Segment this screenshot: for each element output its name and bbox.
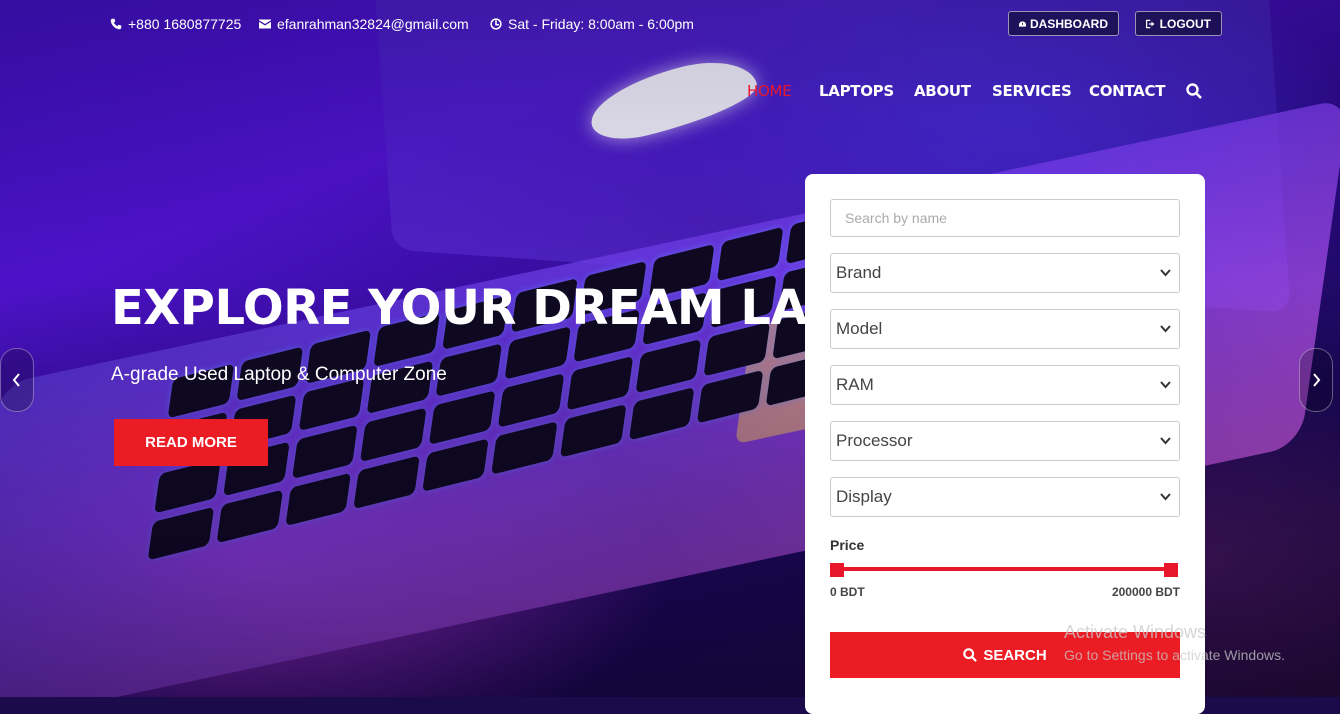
- model-select-value: Model: [836, 319, 883, 338]
- phone-number: +880 1680877725: [128, 16, 242, 32]
- watermark-subtitle: Go to Settings to activate Windows.: [1064, 647, 1285, 663]
- chevron-down-icon: [1160, 493, 1171, 501]
- dashboard-button[interactable]: DASHBOARD: [1008, 11, 1119, 36]
- search-button-label: SEARCH: [983, 646, 1047, 664]
- read-more-button[interactable]: READ MORE: [114, 419, 268, 466]
- price-min-handle[interactable]: [830, 563, 844, 577]
- carousel-next-button[interactable]: [1299, 348, 1333, 412]
- phone-icon: [110, 18, 122, 30]
- sign-out-icon: [1146, 19, 1155, 28]
- brand-select[interactable]: Brand: [830, 253, 1180, 293]
- price-max-handle[interactable]: [1164, 563, 1178, 577]
- watermark-title: Activate Windows: [1064, 622, 1207, 642]
- dashboard-icon: [1019, 20, 1026, 27]
- price-range-track[interactable]: [835, 567, 1173, 571]
- nav-item-about[interactable]: ABOUT: [914, 82, 971, 100]
- ram-select-value: RAM: [836, 375, 874, 394]
- nav-item-home[interactable]: HOME: [747, 82, 792, 100]
- nav-item-laptops[interactable]: LAPTOPS: [819, 82, 894, 100]
- price-label: Price: [830, 537, 865, 553]
- price-min-value: 0 BDT: [830, 585, 865, 599]
- dashboard-label: DASHBOARD: [1030, 16, 1108, 31]
- search-icon: [963, 648, 978, 662]
- nav-item-contact[interactable]: CONTACT: [1089, 82, 1165, 100]
- processor-select-value: Processor: [836, 431, 913, 450]
- model-select[interactable]: Model: [830, 309, 1180, 349]
- chevron-down-icon: [1160, 381, 1171, 389]
- search-name-input[interactable]: [830, 199, 1180, 237]
- top-bar: +880 1680877725 efanrahman32824@gmail.co…: [0, 0, 1340, 48]
- envelope-icon: [259, 19, 271, 29]
- carousel-prev-button[interactable]: [0, 348, 34, 412]
- chevron-left-icon: [12, 373, 20, 387]
- chevron-down-icon: [1160, 325, 1171, 333]
- nav-item-services[interactable]: SERVICES: [992, 82, 1072, 100]
- clock-icon: [490, 18, 502, 30]
- ram-select[interactable]: RAM: [830, 365, 1180, 405]
- logout-button[interactable]: LOGOUT: [1135, 11, 1222, 36]
- price-max-value: 200000 BDT: [1111, 585, 1180, 599]
- processor-select[interactable]: Processor: [830, 421, 1180, 461]
- brand-select-value: Brand: [836, 263, 882, 282]
- main-navigation: HOME LAPTOPS ABOUT SERVICES CONTACT: [0, 82, 1340, 102]
- display-select[interactable]: Display: [830, 477, 1180, 517]
- phone-contact: +880 1680877725: [110, 16, 241, 32]
- logout-label: LOGOUT: [1159, 16, 1211, 31]
- hours-text: Sat - Friday: 8:00am - 6:00pm: [508, 16, 694, 32]
- chevron-right-icon: [1313, 373, 1321, 387]
- display-select-value: Display: [836, 487, 892, 506]
- hero-subtitle: A-grade Used Laptop & Computer Zone: [111, 364, 447, 385]
- email-address: efanrahman32824@gmail.com: [277, 16, 469, 32]
- search-icon[interactable]: [1186, 83, 1202, 99]
- chevron-down-icon: [1160, 437, 1171, 445]
- activate-windows-watermark: Activate Windows Go to Settings to activ…: [1064, 622, 1285, 663]
- chevron-down-icon: [1160, 269, 1171, 277]
- email-contact: efanrahman32824@gmail.com: [259, 16, 469, 32]
- opening-hours: Sat - Friday: 8:00am - 6:00pm: [490, 16, 694, 32]
